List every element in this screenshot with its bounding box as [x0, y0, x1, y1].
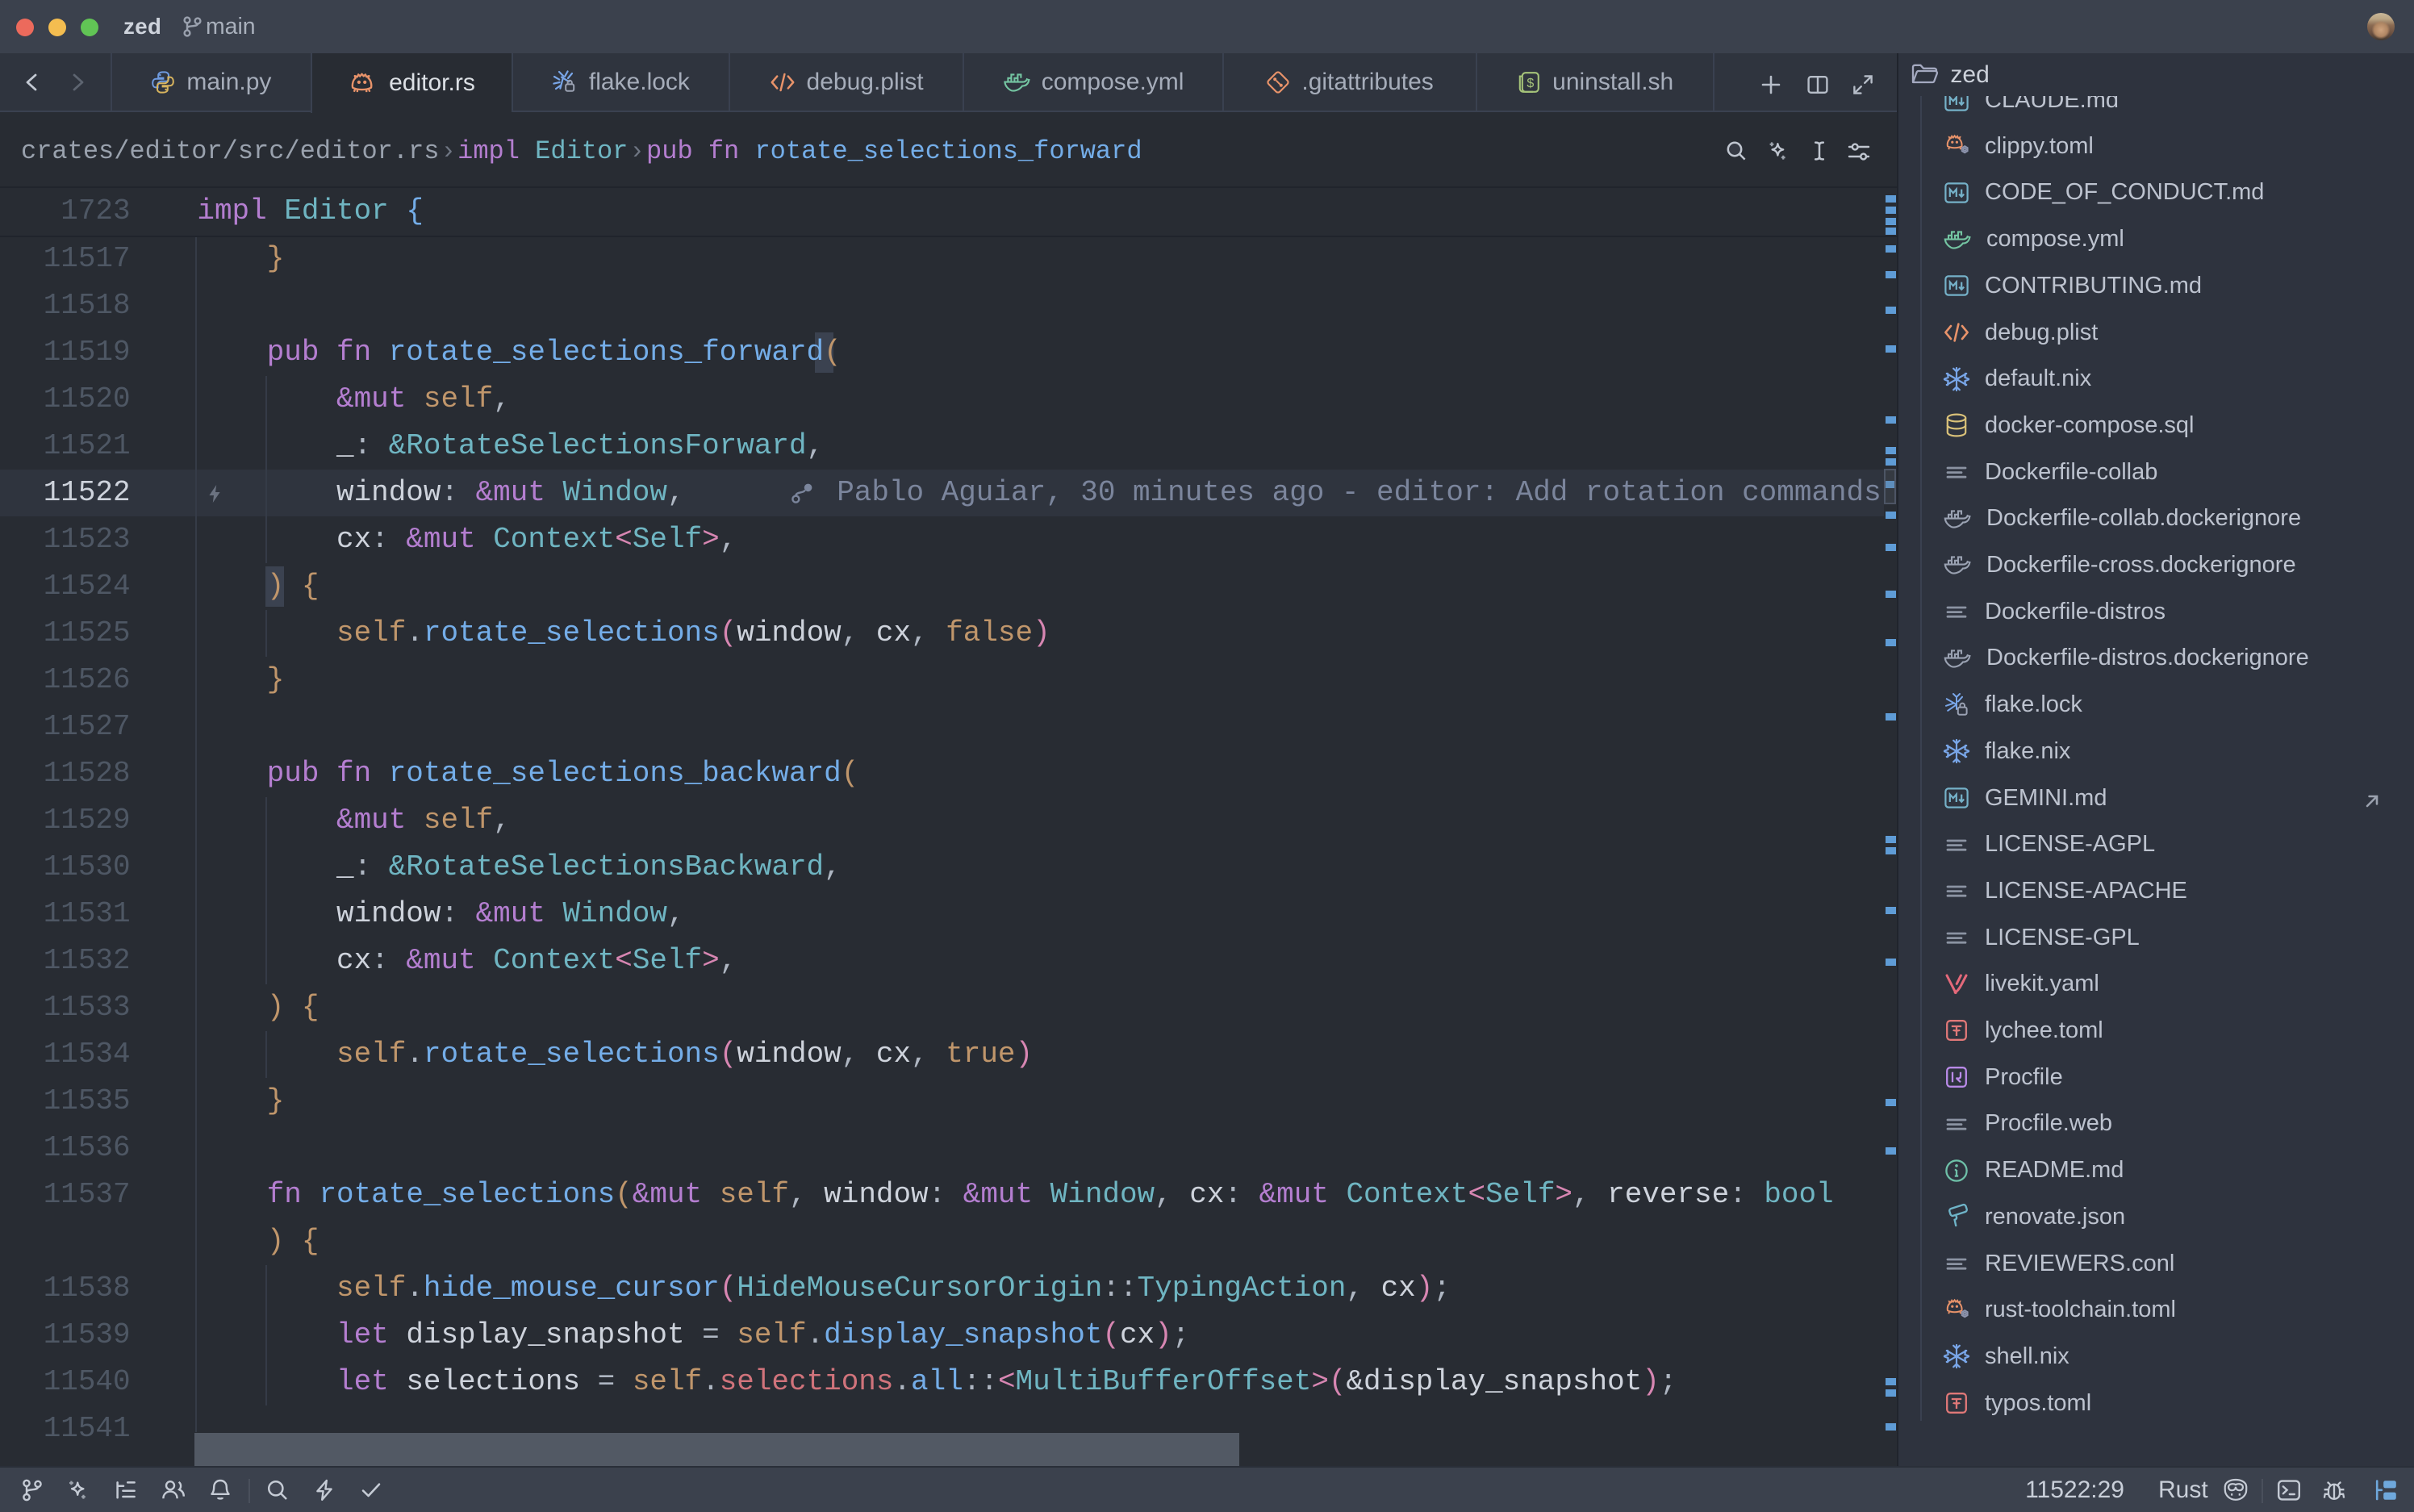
svg-text:$: $: [1526, 77, 1534, 90]
